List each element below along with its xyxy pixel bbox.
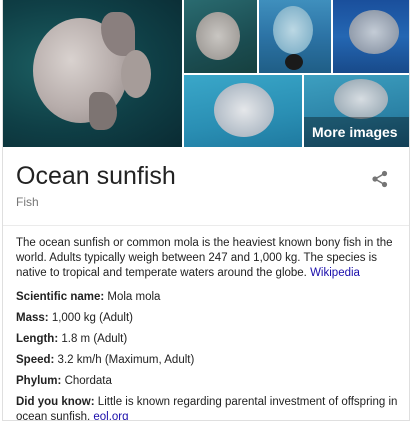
fact-value: 3.2 km/h (Maximum, Adult) (57, 354, 195, 366)
fact-label: Scientific name: (16, 291, 105, 303)
share-icon[interactable] (371, 170, 389, 188)
fact-label: Did you know: (16, 396, 95, 408)
fact-speed: Speed: 3.2 km/h (Maximum, Adult) (16, 353, 400, 368)
fact-label: Mass: (16, 312, 49, 324)
image-collage: More images (3, 0, 409, 147)
fact-value: Mola mola (107, 291, 161, 303)
fact-did-you-know: Did you know: Little is known regarding … (16, 395, 400, 420)
entity-title: Ocean sunfish (16, 162, 176, 190)
fact-label: Phylum: (16, 375, 62, 387)
image-thumb-2[interactable] (259, 0, 331, 73)
knowledge-panel: More images Ocean sunfish Fish The ocean… (2, 0, 410, 421)
description-source-link[interactable]: Wikipedia (310, 267, 360, 279)
fact-scientific-name: Scientific name: Mola mola (16, 290, 400, 305)
image-thumb-3[interactable] (333, 0, 409, 73)
image-thumb-1[interactable] (184, 0, 257, 73)
image-thumb-4[interactable] (184, 75, 302, 147)
fact-mass: Mass: 1,000 kg (Adult) (16, 311, 400, 326)
description: The ocean sunfish or common mola is the … (16, 236, 400, 281)
entity-subtitle: Fish (16, 195, 39, 209)
fact-value: 1.8 m (Adult) (61, 333, 128, 345)
fact-label: Speed: (16, 354, 55, 366)
fact-value: 1,000 kg (Adult) (51, 312, 133, 324)
fact-length: Length: 1.8 m (Adult) (16, 332, 400, 347)
divider (3, 225, 409, 226)
facts-list: Scientific name: Mola mola Mass: 1,000 k… (16, 290, 400, 420)
fact-label: Length: (16, 333, 59, 345)
fact-phylum: Phylum: Chordata (16, 374, 400, 389)
more-images-label[interactable]: More images (312, 124, 398, 140)
more-images-tile[interactable]: More images (304, 75, 409, 147)
did-you-know-source-link[interactable]: eol.org (93, 411, 128, 420)
image-main[interactable] (3, 0, 182, 147)
fact-value: Chordata (64, 375, 112, 387)
